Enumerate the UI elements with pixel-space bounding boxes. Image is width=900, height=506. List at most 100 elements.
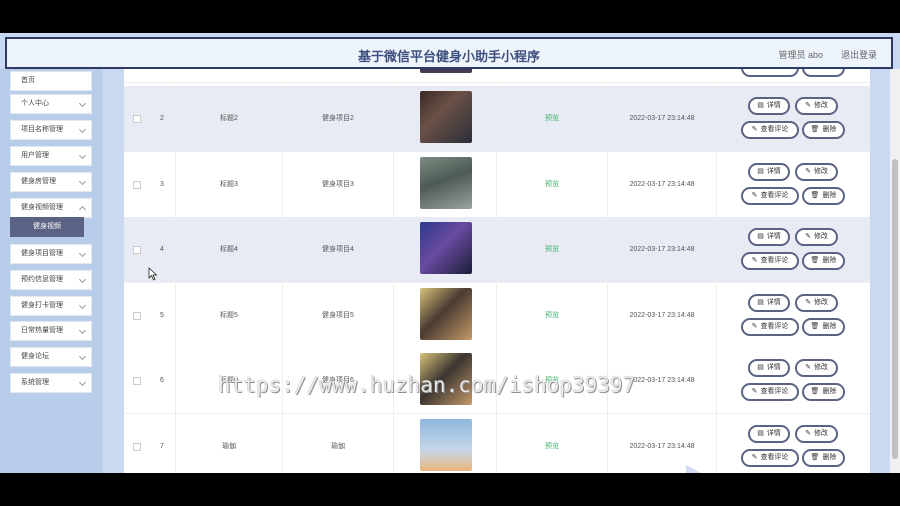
sidebar-item-bookings[interactable]: 预约信息管理 (10, 270, 92, 290)
logout-link[interactable]: 退出登录 (841, 48, 877, 61)
edit-button[interactable]: ✎ 修改 (795, 97, 838, 115)
pencil-icon: ✎ (805, 364, 811, 371)
detail-button[interactable]: ▤ 详情 (748, 97, 790, 115)
delete-button-label: 删除 (822, 388, 837, 395)
document-icon: ▤ (757, 102, 764, 109)
row-checkbox[interactable] (133, 115, 141, 123)
row-time: 2022-03-17 23:14:48 (608, 217, 717, 282)
row-status[interactable]: 预览 (497, 282, 608, 348)
pencil-icon: ✎ (751, 257, 758, 264)
row-checkbox[interactable] (133, 442, 141, 451)
delete-button-label: 删除 (822, 453, 837, 461)
comments-button[interactable]: ✎ 查看评论 (741, 121, 799, 139)
scrollbar[interactable] (890, 69, 900, 473)
chevron-down-icon (78, 301, 87, 310)
row-project: 健身项目6 (283, 348, 394, 413)
row-project: 健身项目2 (283, 86, 394, 151)
sidebar-item-label: 个人中心 (21, 100, 49, 107)
row-status[interactable]: 预览 (497, 217, 608, 282)
chevron-down-icon (78, 275, 87, 284)
page-title: 基于微信平台健身小助手小程序 (357, 49, 540, 64)
delete-button[interactable] (802, 69, 845, 77)
edit-button-label: 修改 (813, 102, 828, 109)
detail-button[interactable]: ▤ 详情 (748, 162, 790, 181)
detail-button-label: 详情 (766, 233, 781, 240)
row-status[interactable]: 预览 (497, 86, 608, 151)
edit-button[interactable]: ✎ 修改 (795, 359, 838, 377)
video-thumbnail[interactable] (420, 91, 472, 143)
sidebar-item-users[interactable]: 用户管理 (10, 146, 92, 166)
chevron-down-icon (78, 151, 87, 160)
sidebar-item-personal-center[interactable]: 个人中心 (10, 94, 92, 114)
video-thumbnail[interactable] (420, 222, 472, 274)
edit-button-label: 修改 (813, 167, 828, 175)
row-checkbox[interactable] (133, 246, 141, 254)
chevron-up-icon (78, 205, 87, 214)
delete-button[interactable]: 🗑 删除 (802, 317, 845, 336)
video-thumbnail[interactable] (420, 156, 472, 209)
edit-button[interactable]: ✎ 修改 (795, 424, 838, 443)
comments-button[interactable] (741, 69, 799, 77)
edit-button[interactable]: ✎ 修改 (795, 293, 838, 312)
sidebar-item-calories[interactable]: 日常热量管理 (10, 321, 92, 341)
detail-button[interactable]: ▤ 详情 (748, 424, 790, 443)
sidebar-item-checkins[interactable]: 健身打卡管理 (10, 296, 92, 316)
pencil-icon: ✎ (805, 429, 811, 437)
user-label: 管理员 abo (778, 50, 823, 60)
edit-button[interactable]: ✎ 修改 (795, 162, 838, 181)
delete-button[interactable]: 🗑 删除 (802, 448, 845, 467)
delete-button[interactable]: 🗑 删除 (802, 121, 845, 139)
row-checkbox[interactable] (133, 377, 141, 385)
row-time: 2022-03-17 23:14:48 (608, 151, 717, 217)
row-title: 瑜伽 (176, 413, 283, 473)
video-thumbnail[interactable] (420, 287, 472, 340)
sidebar-item-label: 预约信息管理 (21, 276, 63, 283)
delete-button[interactable]: 🗑 删除 (802, 252, 845, 270)
edit-button[interactable]: ✎ 修改 (795, 228, 838, 246)
sidebar-item-label: 系统管理 (21, 379, 49, 386)
document-icon: ▤ (757, 167, 764, 175)
delete-button[interactable]: 🗑 删除 (802, 186, 845, 205)
video-thumbnail[interactable] (420, 353, 472, 405)
sidebar-subitem-videos[interactable]: 健身视频 (10, 217, 84, 237)
detail-button-label: 详情 (766, 167, 781, 175)
comments-button[interactable]: ✎ 查看评论 (741, 252, 799, 270)
detail-button[interactable]: ▤ 详情 (748, 293, 790, 312)
sidebar-item-home[interactable]: 首页 (10, 71, 92, 91)
delete-button[interactable]: 🗑 删除 (802, 383, 845, 401)
row-status[interactable]: 预览 (497, 413, 608, 473)
pencil-icon: ✎ (751, 388, 758, 395)
sidebar-item-system[interactable]: 系统管理 (10, 373, 92, 393)
row-status[interactable]: 预览 (497, 348, 608, 413)
row-checkbox[interactable] (133, 311, 141, 320)
detail-button-label: 详情 (766, 102, 781, 109)
document-icon: ▤ (757, 298, 764, 306)
sidebar-item-forum[interactable]: 健身论坛 (10, 347, 92, 367)
sidebar-item-projects[interactable]: 健身项目管理 (10, 244, 92, 264)
pencil-icon: ✎ (751, 322, 758, 330)
table-row: 3 标题3 健身项目3 预览 2022-03-17 23:14:48 ▤ 详情 ✎… (124, 151, 870, 218)
comments-button[interactable]: ✎ 查看评论 (741, 317, 799, 336)
scrollbar-thumb[interactable] (892, 159, 898, 459)
sidebar-item-label: 健身视频管理 (21, 204, 63, 211)
row-time: 2022-03-17 23:14:48 (608, 282, 717, 348)
chevron-down-icon (78, 177, 87, 186)
comments-button[interactable]: ✎ 查看评论 (741, 186, 799, 205)
comments-button-label: 查看评论 (760, 322, 789, 330)
sidebar-item-project-names[interactable]: 项目名称管理 (10, 120, 92, 140)
pencil-icon: ✎ (805, 102, 811, 109)
sidebar-item-gyms[interactable]: 健身房管理 (10, 172, 92, 192)
comments-button[interactable]: ✎ 查看评论 (741, 448, 799, 467)
detail-button-label: 详情 (766, 429, 781, 437)
chevron-down-icon (78, 99, 87, 108)
row-status[interactable]: 预览 (497, 151, 608, 217)
sidebar-item-videos[interactable]: 健身视频管理 (10, 198, 92, 218)
comments-button[interactable]: ✎ 查看评论 (741, 383, 799, 401)
sidebar-item-label: 健身房管理 (21, 178, 56, 185)
row-title: 标题6 (176, 348, 283, 413)
video-thumbnail[interactable] (420, 69, 472, 73)
video-thumbnail[interactable] (420, 418, 472, 471)
row-checkbox[interactable] (133, 180, 141, 189)
detail-button[interactable]: ▤ 详情 (748, 359, 790, 377)
detail-button[interactable]: ▤ 详情 (748, 228, 790, 246)
